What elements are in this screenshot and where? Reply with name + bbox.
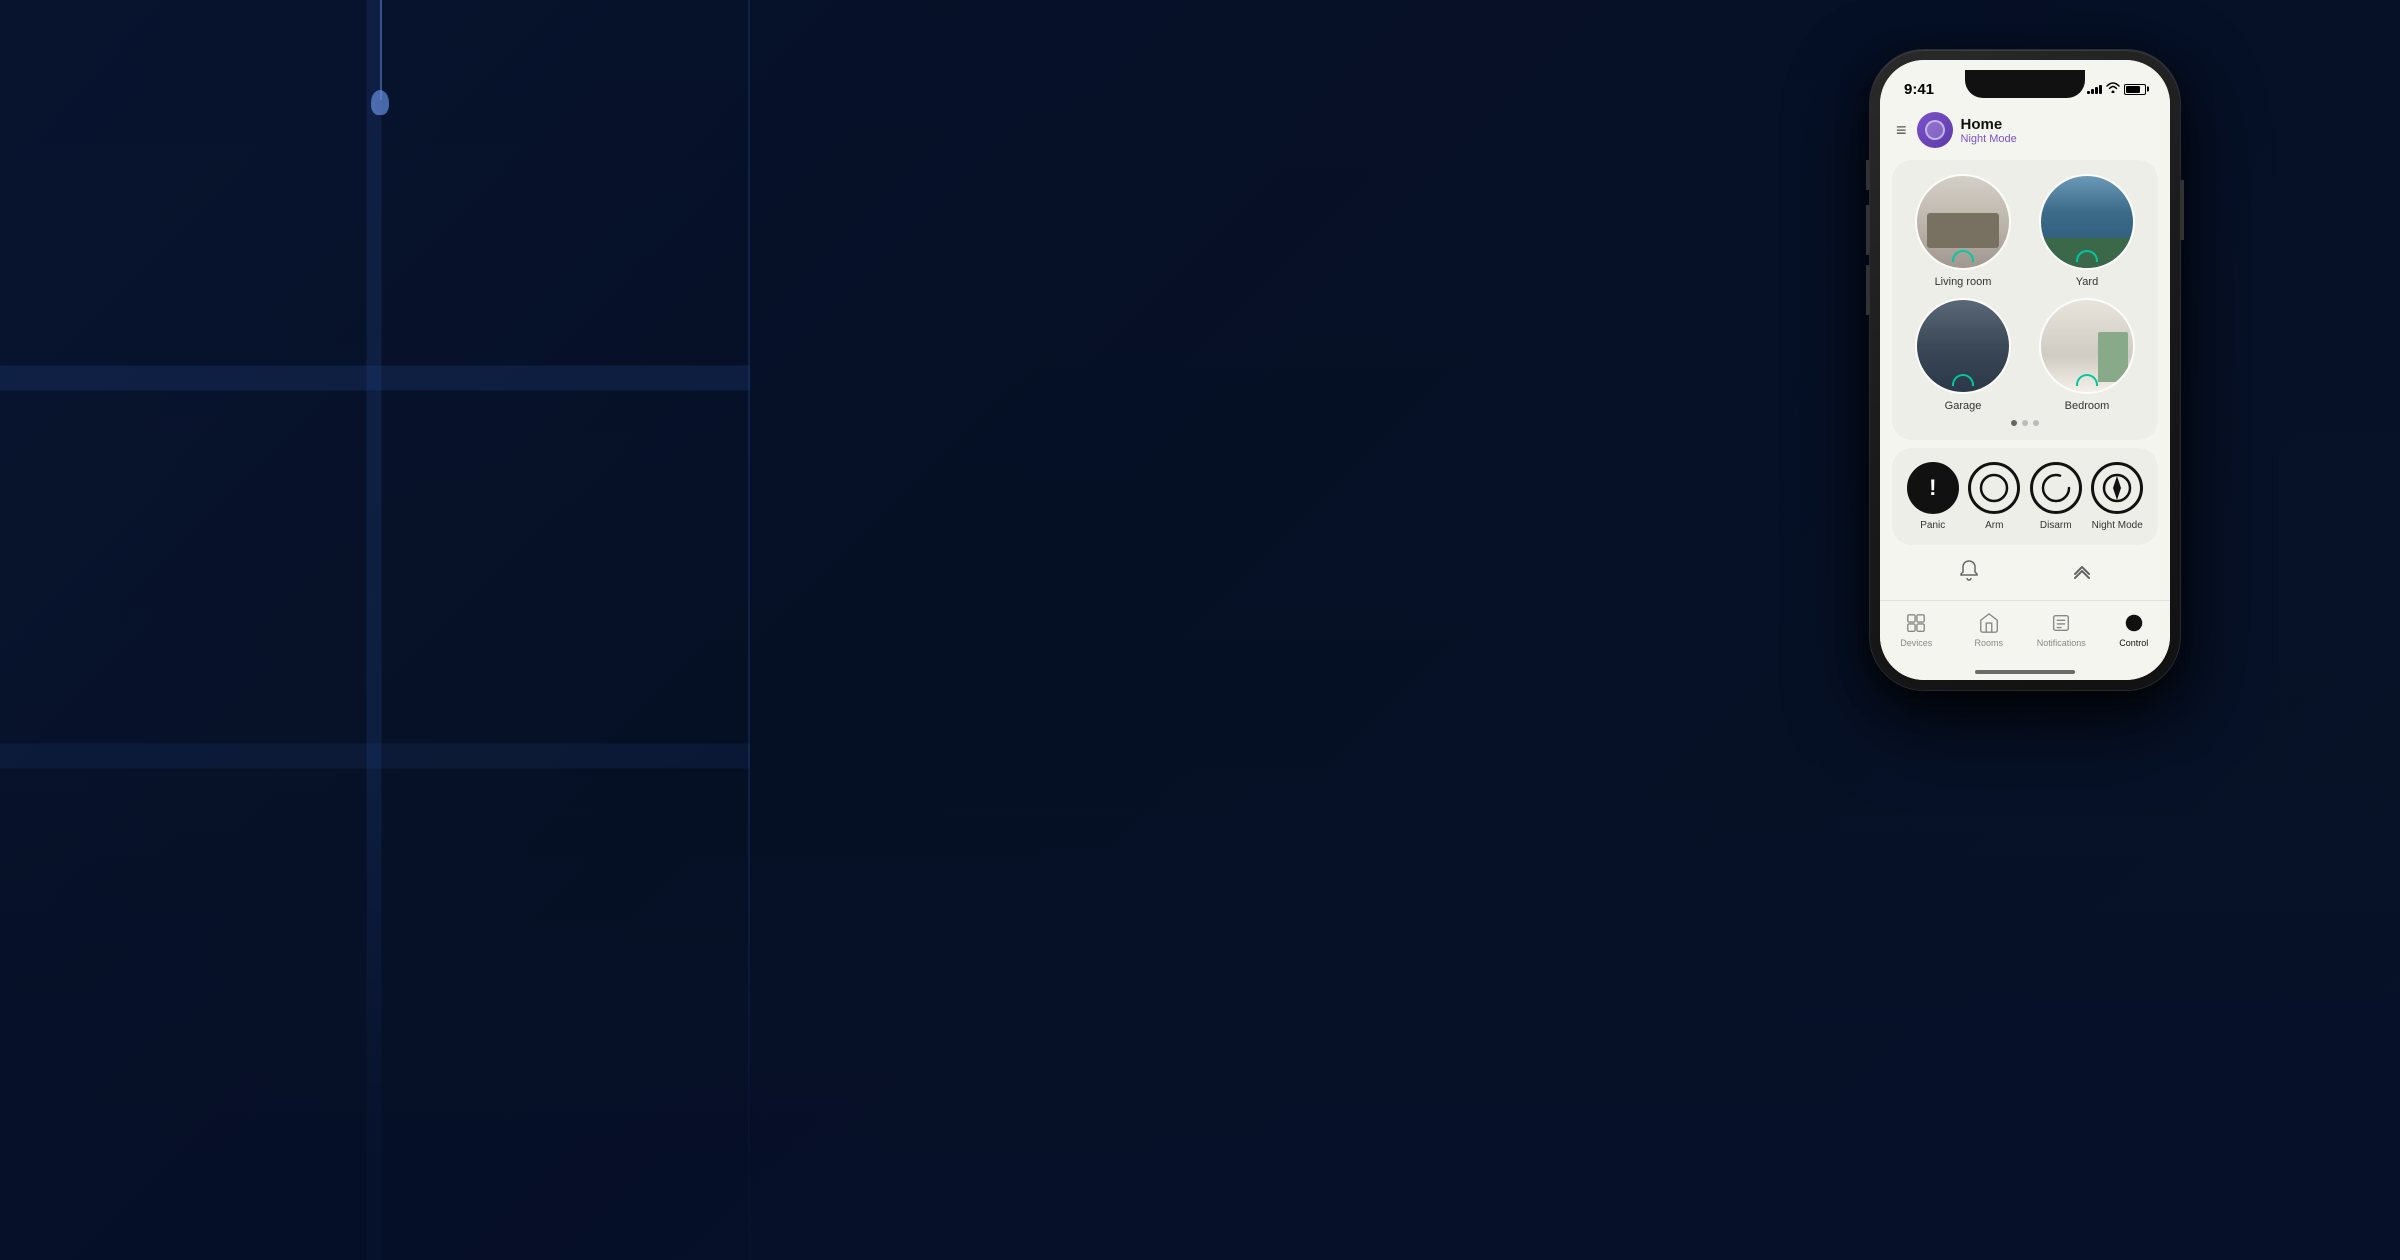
room-label-bedroom: Bedroom (2065, 400, 2110, 412)
tab-rooms[interactable]: Rooms (1953, 609, 2026, 648)
panic-icon: ! (1929, 475, 1936, 501)
volume-down-button (1866, 265, 1870, 315)
quick-actions (1892, 553, 2158, 595)
home-title: Home (1961, 116, 2017, 133)
home-subtitle: Night Mode (1961, 133, 2017, 145)
app-header: ≡ Home Night Mode (1880, 104, 2170, 156)
pagination-dot-3 (2033, 420, 2039, 426)
room-card-yard[interactable]: Yard (2030, 174, 2144, 288)
wifi-icon (2106, 82, 2120, 96)
chevron-up-icon[interactable] (2070, 559, 2094, 589)
room-thumbnail-garage (1915, 298, 2011, 394)
home-text-group: Home Night Mode (1961, 116, 2017, 145)
menu-button[interactable]: ≡ (1896, 120, 1907, 141)
room-card-bedroom[interactable]: Bedroom (2030, 298, 2144, 412)
notch (1965, 70, 2085, 98)
room-status-living (1952, 250, 1974, 262)
room-thumbnail-yard (2039, 174, 2135, 270)
mute-button (1866, 160, 1870, 190)
disarm-label: Disarm (2040, 520, 2072, 531)
bell-icon[interactable] (1957, 559, 1981, 589)
room-label-garage: Garage (1945, 400, 1982, 412)
disarm-control[interactable]: Disarm (2030, 462, 2082, 531)
security-section: ! Panic Arm (1892, 448, 2158, 545)
tab-control[interactable]: Control (2098, 609, 2171, 648)
tab-notifications[interactable]: Notifications (2025, 609, 2098, 648)
room-label-yard: Yard (2076, 276, 2098, 288)
volume-up-button (1866, 205, 1870, 255)
night-control[interactable]: Night Mode (2091, 462, 2143, 531)
power-button (2180, 180, 2184, 240)
disarm-icon (2039, 471, 2073, 505)
tab-rooms-label: Rooms (1974, 638, 2003, 648)
phone-device: 9:41 (1870, 50, 2180, 690)
phone-screen: 9:41 (1880, 60, 2170, 680)
tab-devices-label: Devices (1900, 638, 1932, 648)
status-icons (2087, 82, 2146, 96)
room-status-bedroom (2076, 374, 2098, 386)
room-thumbnail-bedroom (2039, 298, 2135, 394)
pagination-dot-1 (2011, 420, 2017, 426)
room-label-living: Living room (1935, 276, 1992, 288)
furniture-overlay (0, 760, 2400, 1260)
rooms-grid: Living room Yard (1906, 174, 2144, 412)
home-indicator (1975, 670, 2075, 674)
rooms-icon (1978, 612, 2000, 634)
security-controls: ! Panic Arm (1902, 462, 2148, 531)
panic-control[interactable]: ! Panic (1907, 462, 1959, 531)
night-label: Night Mode (2092, 520, 2143, 531)
room-status-garage (1952, 374, 1974, 386)
arm-icon (1978, 472, 2010, 504)
pagination-dots (1906, 420, 2144, 426)
room-status-yard (2076, 250, 2098, 262)
arm-control[interactable]: Arm (1968, 462, 2020, 531)
tab-bar: Devices Rooms (1880, 600, 2170, 680)
phone-frame: 9:41 (1870, 50, 2180, 690)
pagination-dot-2 (2022, 420, 2028, 426)
tab-devices-icon-wrap (1904, 611, 1928, 635)
tab-notifications-label: Notifications (2037, 638, 2086, 648)
tab-control-label: Control (2119, 638, 2148, 648)
home-avatar (1917, 112, 1953, 148)
home-info: Home Night Mode (1917, 112, 2017, 148)
night-button[interactable] (2091, 462, 2143, 514)
control-icon (2123, 612, 2145, 634)
room-card-living[interactable]: Living room (1906, 174, 2020, 288)
arm-label: Arm (1985, 520, 2003, 531)
tab-devices[interactable]: Devices (1880, 609, 1953, 648)
tab-notifications-icon-wrap (2049, 611, 2073, 635)
signal-icon (2087, 84, 2102, 94)
panic-label: Panic (1920, 520, 1945, 531)
devices-icon (1905, 612, 1927, 634)
rooms-section: Living room Yard (1892, 160, 2158, 440)
night-icon (2100, 471, 2134, 505)
arm-button[interactable] (1968, 462, 2020, 514)
status-time: 9:41 (1904, 81, 1934, 98)
battery-icon (2124, 84, 2146, 95)
tab-rooms-icon-wrap (1977, 611, 2001, 635)
room-card-garage[interactable]: Garage (1906, 298, 2020, 412)
notifications-icon (2050, 612, 2072, 634)
light-fixture (340, 0, 420, 180)
room-thumbnail-living (1915, 174, 2011, 270)
disarm-button[interactable] (2030, 462, 2082, 514)
panic-button[interactable]: ! (1907, 462, 1959, 514)
tab-control-icon-wrap (2122, 611, 2146, 635)
